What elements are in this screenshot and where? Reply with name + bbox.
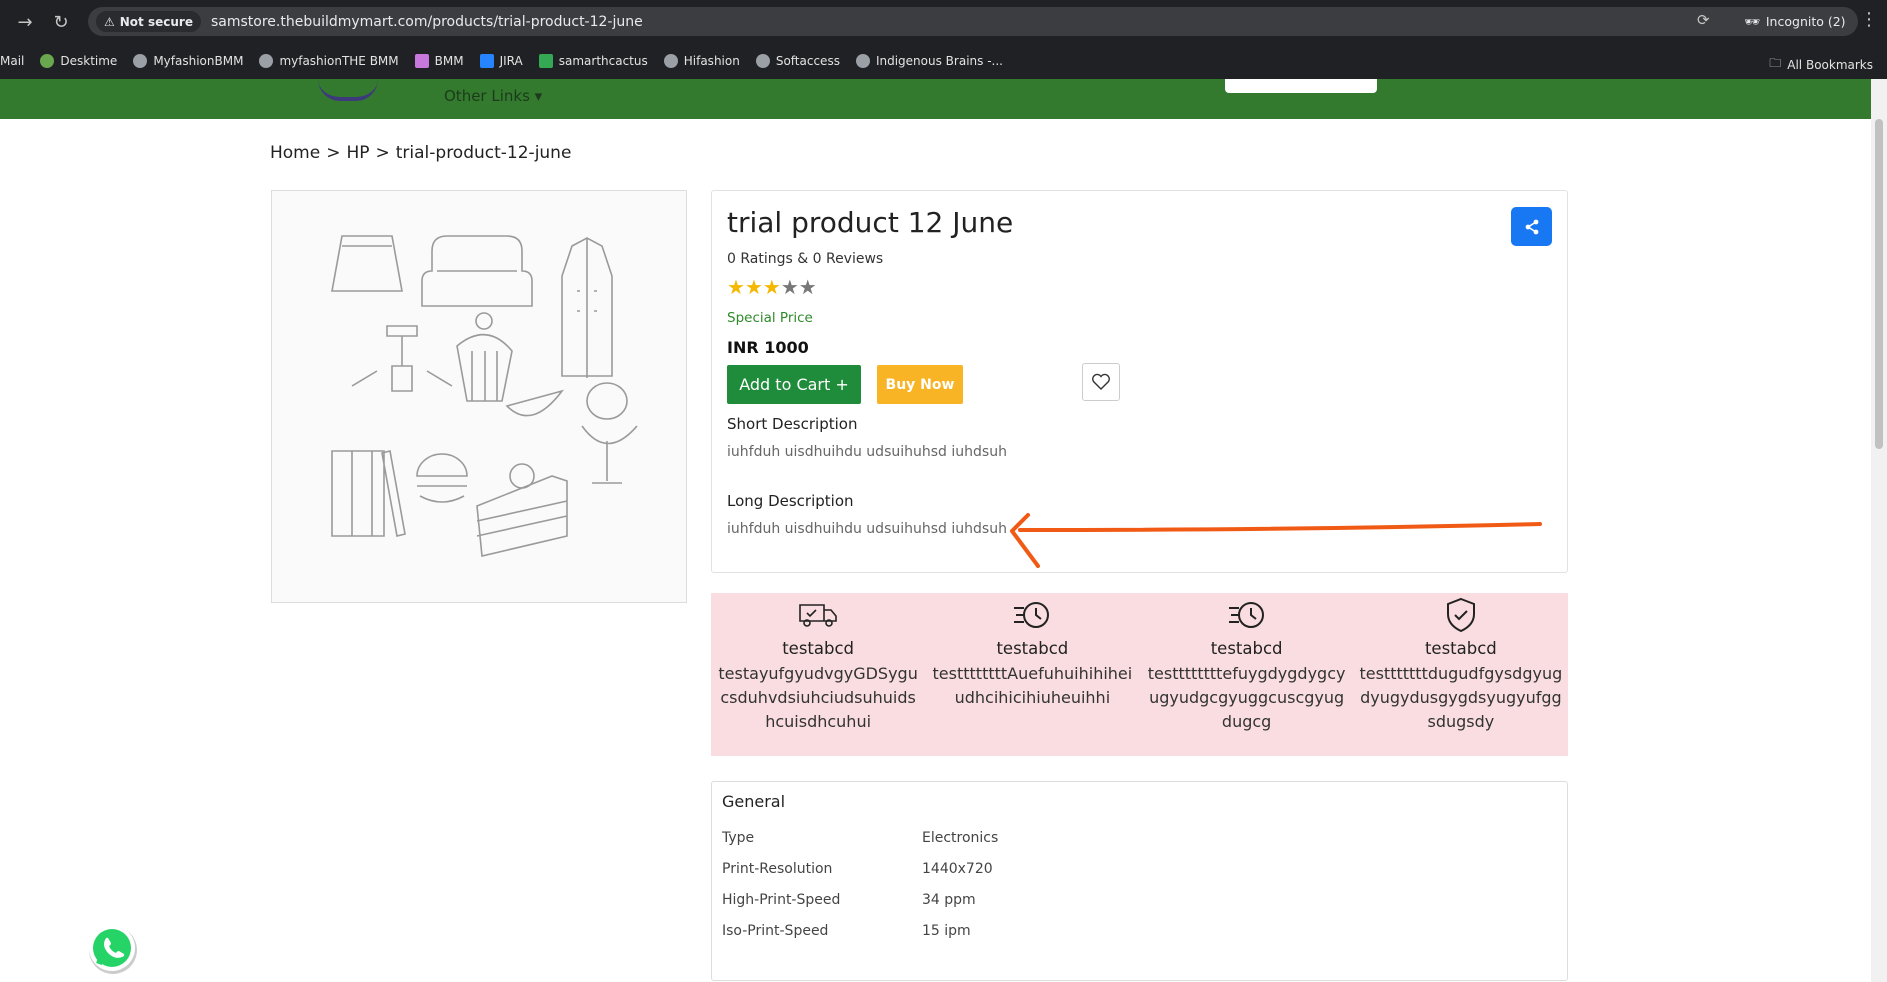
feature-title: testabcd <box>1210 639 1283 658</box>
feature-description: testtttttttAuefuhuihihiheiudhcihicihiuhe… <box>932 664 1133 707</box>
breadcrumb-separator: > <box>375 143 390 163</box>
feature-title: testabcd <box>1424 639 1497 658</box>
security-chip[interactable]: ⚠ Not secure <box>96 11 201 32</box>
globe-icon <box>259 54 274 68</box>
general-specs-panel: General Type Electronics Print-Resolution… <box>711 781 1568 981</box>
bookmark-favicon-icon <box>538 54 553 68</box>
forward-icon[interactable]: → <box>12 9 38 35</box>
bookmark-item[interactable]: JIRA <box>479 54 523 68</box>
site-logo[interactable] <box>318 79 378 101</box>
bookmark-item[interactable]: MyfashionBMM <box>133 54 243 68</box>
feature-title: testabcd <box>782 639 855 658</box>
product-placeholder-illustration <box>331 235 638 557</box>
reload-icon[interactable]: ↻ <box>48 9 74 35</box>
incognito-icon: 🕶 <box>1744 13 1760 29</box>
site-header: Other Links ▾ <box>0 79 1871 119</box>
share-button[interactable] <box>1511 207 1552 246</box>
bookmark-item[interactable]: Hifashion <box>663 54 740 68</box>
special-price-label: Special Price <box>727 310 813 326</box>
star-filled-icon: ★ <box>727 275 745 299</box>
spec-value: 15 ipm <box>922 923 971 939</box>
star-filled-icon: ★ <box>762 275 781 299</box>
star-rating: ★★★★★ <box>727 275 817 299</box>
browser-toolbar: → ↻ ⚠ Not secure samstore.thebuildmymart… <box>0 0 1887 43</box>
product-price: INR 1000 <box>727 338 809 357</box>
feature-description: testttttttdugudfgysdgyugdyugydusgygdsyug… <box>1359 664 1563 731</box>
breadcrumb-category[interactable]: HP <box>346 143 369 163</box>
spec-value: 1440x720 <box>922 861 993 877</box>
delivery-truck-icon <box>796 595 840 635</box>
incognito-badge[interactable]: 🕶 Incognito (2) <box>1732 7 1858 36</box>
all-bookmarks[interactable]: 🗀 All Bookmarks <box>1769 54 1873 75</box>
feature-item: testabcd testayufgyudvgyGDSygucsduhvdsiu… <box>711 593 925 756</box>
globe-icon <box>855 54 870 68</box>
short-description-text: iuhfduh uisdhuihdu udsuihuhsd iuhdsuh <box>727 444 1007 460</box>
page-scrollbar[interactable] <box>1871 79 1887 982</box>
bookmarks-bar: Mail Desktime MyfashionBMM myfashionTHE … <box>0 43 1887 79</box>
star-empty-icon: ★ <box>780 275 799 299</box>
wishlist-button[interactable] <box>1082 363 1120 401</box>
globe-icon <box>133 54 148 68</box>
whatsapp-button[interactable] <box>85 922 139 976</box>
feature-item: testabcd testtttttttefuygdygdygcyugyudgc… <box>1140 593 1354 756</box>
globe-icon <box>755 54 770 68</box>
feature-description: testtttttttefuygdygdygcyugyudgcgyuggcusc… <box>1147 664 1346 731</box>
fast-clock-icon <box>1010 595 1054 635</box>
url-text[interactable]: samstore.thebuildmymart.com/products/tri… <box>211 14 643 30</box>
short-description-heading: Short Description <box>727 415 858 433</box>
folder-icon: 🗀 <box>1769 56 1782 70</box>
other-links-dropdown[interactable]: Other Links ▾ <box>444 87 542 105</box>
fast-clock-icon <box>1225 595 1269 635</box>
heart-icon <box>1092 373 1110 390</box>
feature-item: testabcd testtttttttAuefuhuihihiheiudhci… <box>925 593 1139 756</box>
bookmark-item[interactable]: Softaccess <box>755 54 840 68</box>
product-image[interactable] <box>271 190 687 603</box>
long-description-heading: Long Description <box>727 492 854 510</box>
bookmark-item[interactable]: Desktime <box>40 54 117 68</box>
bookmark-item[interactable]: samarthcactus <box>538 54 648 68</box>
bookmark-item[interactable]: BMM <box>414 54 464 68</box>
feature-description: testayufgyudvgyGDSygucsduhvdsiuhciudsuhu… <box>718 664 918 731</box>
address-bar[interactable]: ⚠ Not secure samstore.thebuildmymart.com… <box>88 7 1778 36</box>
add-to-cart-button[interactable]: Add to Cart + <box>727 365 861 404</box>
ratings-text[interactable]: 0 Ratings & 0 Reviews <box>727 251 883 267</box>
warning-icon: ⚠ <box>104 14 115 29</box>
general-heading: General <box>722 792 786 811</box>
bookmark-item[interactable]: myfashionTHE BMM <box>259 54 399 68</box>
scrollbar-thumb[interactable] <box>1875 119 1883 449</box>
share-icon <box>1525 219 1538 234</box>
spec-key: Print-Resolution <box>722 861 833 877</box>
bookmark-item[interactable]: Indigenous Brains -... <box>855 54 1003 68</box>
globe-icon <box>663 54 678 68</box>
browser-menu-icon[interactable]: ⋮ <box>1860 9 1878 30</box>
search-input[interactable] <box>1225 79 1377 93</box>
bookmark-favicon-icon <box>40 54 55 68</box>
spec-key: High-Print-Speed <box>722 892 841 908</box>
spec-key: Type <box>722 830 755 846</box>
bookmark-item[interactable]: Mail <box>0 54 24 68</box>
breadcrumb: Home > HP > trial-product-12-june <box>270 143 571 163</box>
star-empty-icon: ★ <box>798 275 817 299</box>
buy-now-button[interactable]: Buy Now <box>877 365 963 404</box>
breadcrumb-separator: > <box>326 143 341 163</box>
whatsapp-icon <box>89 925 137 974</box>
product-info-panel: trial product 12 June 0 Ratings & 0 Revi… <box>711 190 1568 573</box>
long-description-text: iuhfduh uisdhuihdu udsuihuhsd iuhdsuh <box>727 521 1007 537</box>
spec-key: Iso-Print-Speed <box>722 923 829 939</box>
bookmark-favicon-icon <box>414 54 429 68</box>
jira-icon <box>479 54 494 68</box>
feature-title: testabcd <box>996 639 1069 658</box>
shield-check-icon <box>1439 595 1483 635</box>
spec-value: Electronics <box>922 830 999 846</box>
product-title: trial product 12 June <box>727 206 1014 239</box>
extension-icon[interactable]: ⟳ <box>1697 11 1710 29</box>
feature-item: testabcd testttttttdugudfgysdgyugdyugydu… <box>1354 593 1568 756</box>
spec-value: 34 ppm <box>922 892 976 908</box>
breadcrumb-home[interactable]: Home <box>270 143 320 163</box>
breadcrumb-current: trial-product-12-june <box>395 143 572 163</box>
features-strip: testabcd testayufgyudvgyGDSygucsduhvdsiu… <box>711 593 1568 756</box>
star-filled-icon: ★ <box>744 275 763 299</box>
